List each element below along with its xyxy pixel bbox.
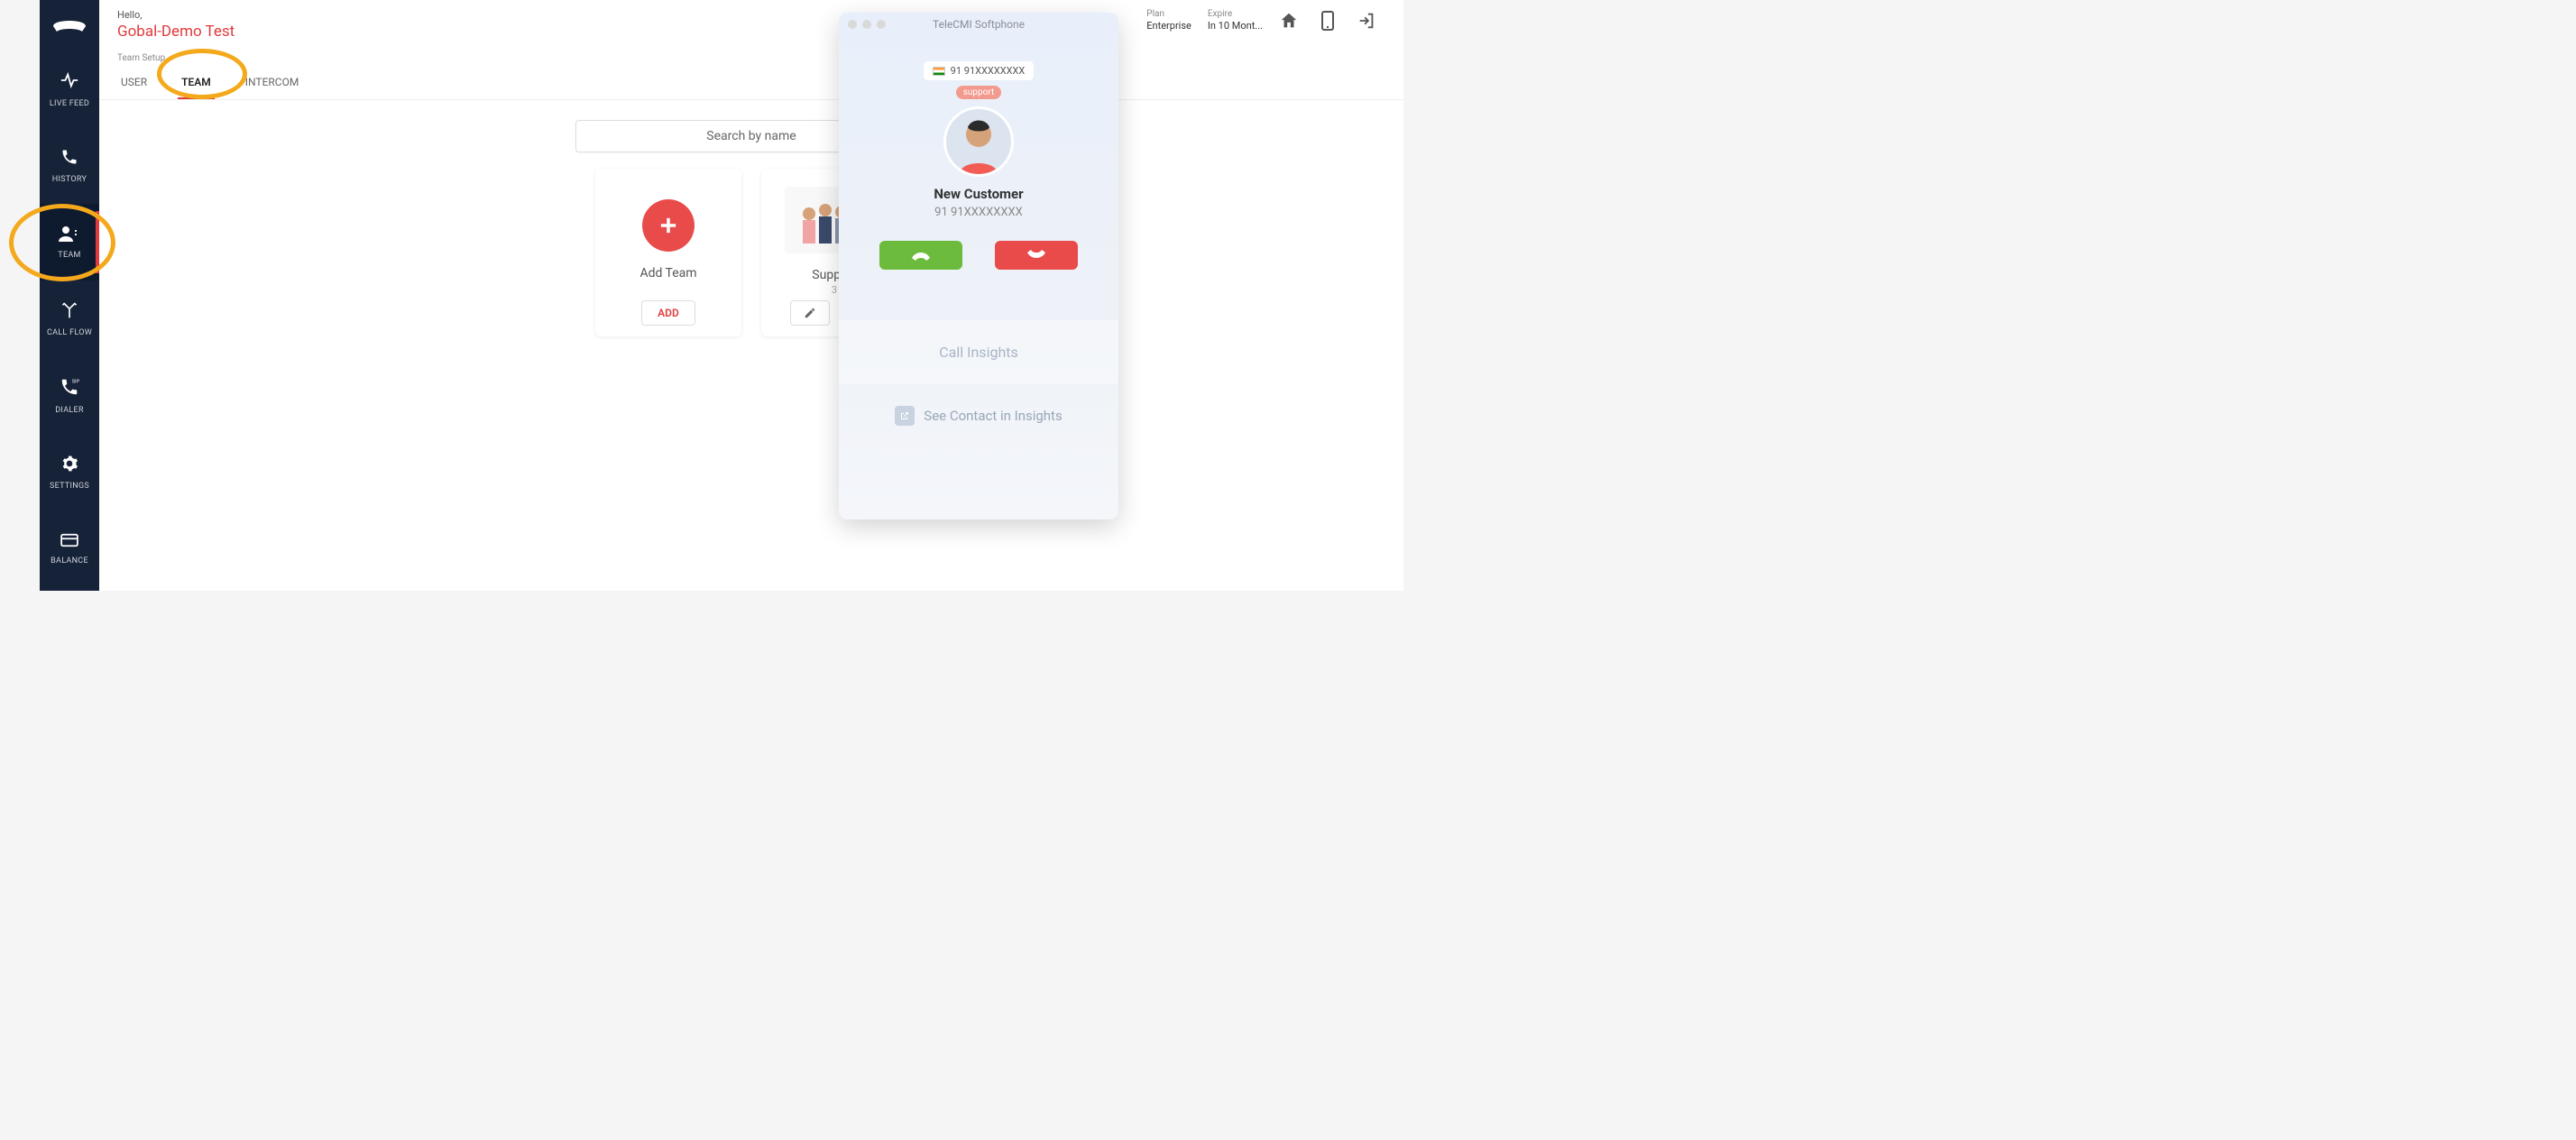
greeting: Hello, Gobal-Demo Test	[117, 9, 235, 41]
tabs: USER TEAM INTERCOM	[99, 67, 1403, 100]
greeting-username: Gobal-Demo Test	[117, 23, 235, 41]
call-insights-title: Call Insights	[839, 320, 1118, 384]
sidebar-item-label: DIALER	[55, 406, 84, 415]
team-badge: support	[956, 86, 1002, 99]
svg-text:SIP: SIP	[72, 379, 79, 384]
see-contact-link[interactable]: See Contact in Insights	[895, 406, 1062, 426]
decline-call-button[interactable]	[995, 241, 1078, 270]
sidebar-item-label: HISTORY	[52, 175, 87, 184]
softphone-titlebar: TeleCMI Softphone	[839, 13, 1118, 36]
pencil-icon	[804, 307, 816, 319]
mobile-icon[interactable]	[1320, 10, 1335, 32]
see-contact-text: See Contact in Insights	[924, 408, 1062, 424]
team-member-count: 3	[832, 284, 837, 296]
caller-name: New Customer	[934, 186, 1023, 202]
plan-expire: Plan Enterprise Expire In 10 Mont...	[1146, 9, 1263, 32]
caller-phone: 91 91XXXXXXXX	[934, 206, 1023, 219]
main-content: Hello, Gobal-Demo Test Plan Enterprise E…	[99, 0, 1403, 591]
greeting-hello: Hello,	[117, 9, 235, 21]
call-buttons-row	[879, 241, 1078, 270]
sidebar-item-history[interactable]: HISTORY	[40, 127, 99, 204]
accept-call-button[interactable]	[879, 241, 962, 270]
caller-avatar	[943, 106, 1014, 177]
sidebar-item-live-feed[interactable]: LIVE FEED	[40, 51, 99, 127]
expire-value: In 10 Mont...	[1208, 20, 1263, 32]
plan-col: Plan Enterprise	[1146, 9, 1191, 32]
plan-label: Plan	[1146, 9, 1191, 19]
tab-intercom[interactable]: INTERCOM	[242, 67, 303, 99]
logout-icon[interactable]	[1357, 11, 1376, 31]
link-box-icon	[895, 406, 915, 426]
add-team-card: Add Team ADD	[595, 169, 741, 336]
external-link-icon	[899, 410, 910, 421]
header-row: Hello, Gobal-Demo Test Plan Enterprise E…	[99, 0, 1403, 41]
section-label: Team Setup	[99, 41, 1403, 67]
phone-logo-icon	[51, 14, 87, 37]
softphone-window: TeleCMI Softphone 91 91XXXXXXXX support …	[839, 13, 1118, 519]
activity-icon	[60, 70, 79, 94]
sidebar-item-label: CALL FLOW	[47, 328, 92, 337]
search-wrap: Search by name	[99, 120, 1403, 152]
phone-icon	[60, 148, 78, 170]
sidebar-item-dialer[interactable]: SIP DIALER	[40, 357, 99, 434]
add-button[interactable]: ADD	[641, 300, 695, 326]
expire-label: Expire	[1208, 9, 1263, 19]
phone-decline-icon	[1026, 249, 1047, 262]
cards-row: Add Team ADD Support 3	[99, 169, 1403, 336]
app-logo	[40, 0, 99, 51]
softphone-title: TeleCMI Softphone	[839, 18, 1118, 31]
sidebar-item-label: TEAM	[58, 251, 80, 260]
phone-chip: 91 91XXXXXXXX	[924, 61, 1035, 80]
sidebar-item-label: LIVE FEED	[50, 99, 89, 108]
header-icons	[1279, 10, 1376, 32]
plan-value: Enterprise	[1146, 20, 1191, 32]
sidebar-item-balance[interactable]: BALANCE	[40, 510, 99, 587]
sidebar-item-call-flow[interactable]: CALL FLOW	[40, 280, 99, 357]
plus-icon	[656, 213, 681, 238]
sidebar: LIVE FEED HISTORY TEAM CALL FLOW SIP DIA…	[40, 0, 99, 591]
edit-team-button[interactable]	[790, 300, 830, 326]
sidebar-item-settings[interactable]: SETTINGS	[40, 434, 99, 510]
flag-india-icon	[933, 67, 945, 76]
sidebar-item-label: BALANCE	[51, 556, 88, 565]
dialer-icon: SIP	[60, 377, 79, 400]
add-team-title: Add Team	[639, 266, 696, 280]
header-right: Plan Enterprise Expire In 10 Mont...	[1146, 9, 1385, 32]
card-icon	[60, 533, 79, 551]
tab-user[interactable]: USER	[117, 67, 151, 99]
expire-col: Expire In 10 Mont...	[1208, 9, 1263, 32]
phone-chip-text: 91 91XXXXXXXX	[951, 65, 1026, 77]
add-team-button[interactable]	[642, 199, 695, 252]
sidebar-item-team[interactable]: TEAM	[40, 204, 99, 280]
home-icon[interactable]	[1279, 11, 1299, 31]
gear-icon	[60, 455, 78, 476]
softphone-body: 91 91XXXXXXXX support New Customer 91 91…	[839, 36, 1118, 426]
sidebar-item-label: SETTINGS	[50, 482, 89, 491]
team-icon	[59, 225, 80, 245]
tab-team[interactable]: TEAM	[178, 67, 215, 99]
phone-accept-icon	[910, 249, 932, 262]
split-icon	[60, 301, 78, 323]
